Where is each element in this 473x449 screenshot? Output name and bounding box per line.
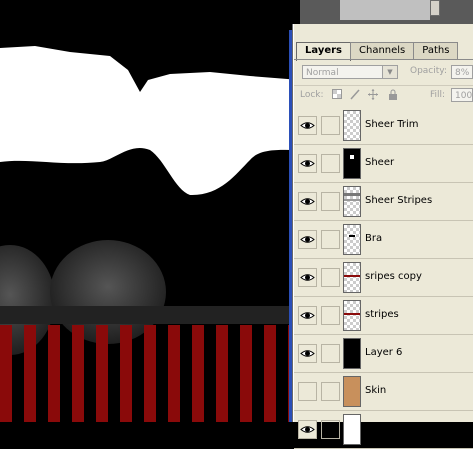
tab-divider bbox=[294, 59, 473, 60]
panel-tabs: Layers Channels Paths bbox=[296, 42, 459, 61]
layer-thumbnail bbox=[343, 110, 361, 141]
red-stripe bbox=[24, 325, 36, 422]
visibility-toggle[interactable] bbox=[298, 192, 317, 211]
layer-thumbnail bbox=[343, 300, 361, 331]
red-stripe bbox=[72, 325, 84, 422]
options-divider bbox=[294, 85, 473, 86]
red-stripe bbox=[0, 325, 12, 422]
document-canvas[interactable] bbox=[0, 0, 300, 422]
lock-position-move-icon[interactable] bbox=[368, 89, 378, 100]
scrollbar-thumb[interactable] bbox=[430, 0, 440, 16]
blend-mode-value: Normal bbox=[306, 68, 339, 78]
layer-row[interactable]: Layer 2 bbox=[294, 411, 473, 449]
link-toggle[interactable] bbox=[321, 382, 340, 401]
layer-thumbnail bbox=[343, 224, 361, 255]
fill-label: Fill: bbox=[430, 90, 446, 100]
opacity-field[interactable]: 8% bbox=[451, 65, 473, 79]
layer-name: Sheer bbox=[365, 157, 395, 168]
red-stripe bbox=[144, 325, 156, 422]
layer-row[interactable]: Sheer Stripes bbox=[294, 183, 473, 221]
link-toggle[interactable] bbox=[321, 192, 340, 211]
layer-thumbnail bbox=[343, 262, 361, 293]
red-stripe bbox=[192, 325, 204, 422]
eye-icon bbox=[300, 236, 315, 243]
layer-row[interactable]: stripes bbox=[294, 297, 473, 335]
blend-mode-select[interactable]: Normal ▼ bbox=[302, 65, 398, 79]
red-stripe bbox=[168, 325, 180, 422]
red-stripe bbox=[120, 325, 132, 422]
eye-icon bbox=[300, 160, 315, 167]
lock-image-brush-icon[interactable] bbox=[350, 89, 360, 100]
link-toggle[interactable] bbox=[321, 306, 340, 325]
layer-row[interactable]: Skin bbox=[294, 373, 473, 411]
eye-icon bbox=[300, 312, 315, 319]
layer-name: Sheer Trim bbox=[365, 119, 419, 130]
layers-panel: Layers Channels Paths Normal ▼ Opacity: … bbox=[293, 24, 473, 449]
link-toggle[interactable] bbox=[321, 344, 340, 363]
gray-band bbox=[0, 306, 300, 324]
layer-row[interactable]: Bra bbox=[294, 221, 473, 259]
layer-name: stripes bbox=[365, 309, 399, 320]
layer-name: Layer 6 bbox=[365, 347, 403, 358]
tab-paths[interactable]: Paths bbox=[413, 42, 459, 59]
visibility-toggle[interactable] bbox=[298, 420, 317, 439]
red-stripe bbox=[48, 325, 60, 422]
visibility-toggle[interactable] bbox=[298, 116, 317, 135]
layer-name: Sheer Stripes bbox=[365, 195, 433, 206]
eye-icon bbox=[300, 274, 315, 281]
workspace-window-edge bbox=[340, 0, 430, 20]
layer-row[interactable]: Sheer Trim bbox=[294, 107, 473, 145]
link-toggle[interactable] bbox=[321, 154, 340, 173]
visibility-toggle[interactable] bbox=[298, 306, 317, 325]
link-toggle[interactable] bbox=[321, 116, 340, 135]
red-stripe bbox=[96, 325, 108, 422]
layer-thumbnail bbox=[343, 148, 361, 179]
visibility-toggle[interactable] bbox=[298, 230, 317, 249]
layer-thumbnail bbox=[343, 414, 361, 445]
layer-thumbnail bbox=[343, 338, 361, 369]
layer-name: Bra bbox=[365, 233, 383, 244]
red-stripe bbox=[216, 325, 228, 422]
tab-channels[interactable]: Channels bbox=[350, 42, 415, 59]
link-toggle[interactable] bbox=[321, 420, 340, 439]
visibility-toggle[interactable] bbox=[298, 344, 317, 363]
lock-all-icon[interactable] bbox=[388, 89, 398, 100]
eye-icon bbox=[300, 198, 315, 205]
layer-thumbnail bbox=[343, 376, 361, 407]
layer-name: Skin bbox=[365, 385, 387, 396]
eye-icon bbox=[300, 350, 315, 357]
eye-icon bbox=[300, 426, 315, 433]
layer-name: sripes copy bbox=[365, 271, 422, 282]
lock-label: Lock: bbox=[300, 90, 324, 100]
layer-name: Layer 2 bbox=[365, 423, 403, 434]
link-toggle[interactable] bbox=[321, 230, 340, 249]
visibility-toggle[interactable] bbox=[298, 382, 317, 401]
red-stripe bbox=[240, 325, 252, 422]
eye-icon bbox=[300, 122, 315, 129]
red-stripe bbox=[264, 325, 276, 422]
layer-list: Sheer Trim Sheer Sheer Stripes Bra sripes co… bbox=[294, 107, 473, 449]
layer-thumbnail bbox=[343, 186, 361, 217]
chevron-down-icon: ▼ bbox=[382, 66, 397, 78]
visibility-toggle[interactable] bbox=[298, 154, 317, 173]
layer-row[interactable]: Layer 6 bbox=[294, 335, 473, 373]
layer-row[interactable]: Sheer bbox=[294, 145, 473, 183]
opacity-label: Opacity: bbox=[410, 66, 447, 76]
lock-transparency-icon[interactable] bbox=[332, 89, 342, 100]
visibility-toggle[interactable] bbox=[298, 268, 317, 287]
fill-field[interactable]: 100% bbox=[451, 88, 473, 102]
layer-row[interactable]: sripes copy bbox=[294, 259, 473, 297]
link-toggle[interactable] bbox=[321, 268, 340, 287]
